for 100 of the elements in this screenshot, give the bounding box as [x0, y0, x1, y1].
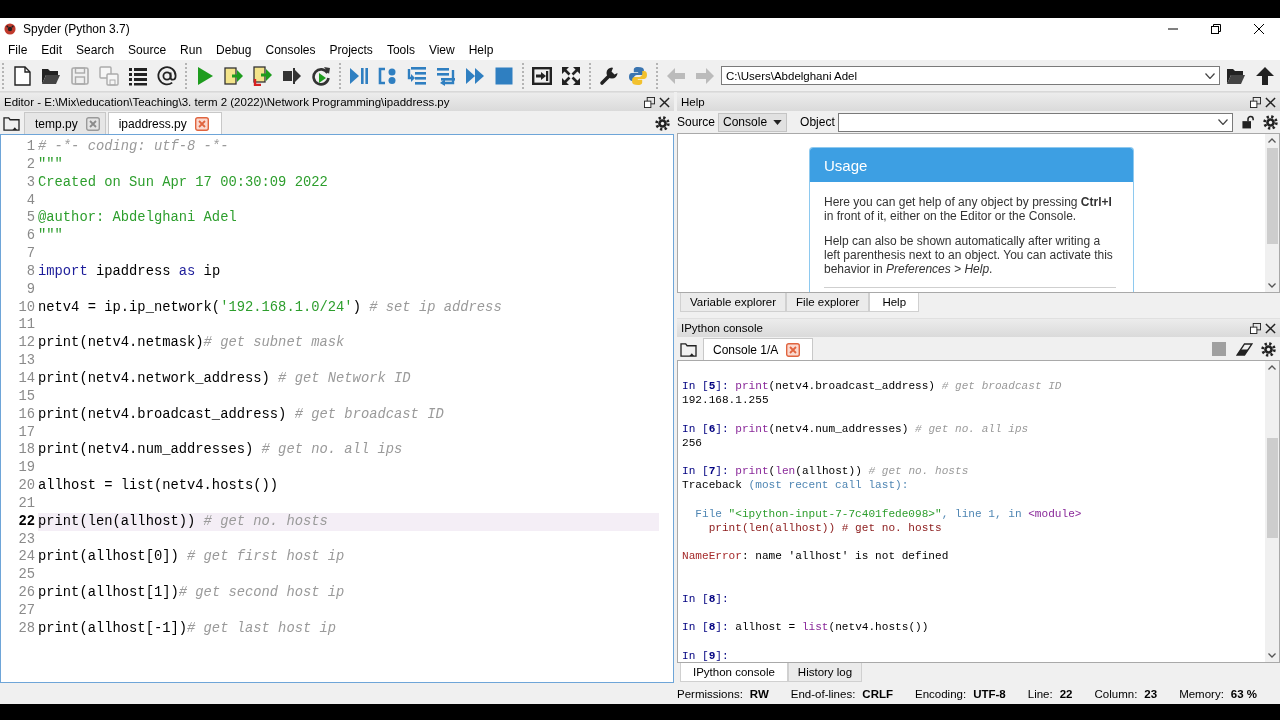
close-tab-icon[interactable]	[786, 342, 801, 357]
code-line: Created on Sun Apr 17 00:30:09 2022	[38, 174, 328, 190]
scrollbar[interactable]	[1265, 361, 1279, 662]
play-icon	[195, 65, 215, 86]
object-field[interactable]	[837, 112, 1233, 132]
chevron-down-icon[interactable]	[1268, 653, 1276, 658]
undock-icon[interactable]	[1250, 96, 1261, 108]
usage-paragraph: Here you can get help of any object by pressing Ctrl+I in front of it, either on the Editor or the Console.	[824, 195, 1113, 223]
close-icon[interactable]	[659, 96, 670, 108]
menu-item[interactable]: Consoles	[258, 41, 323, 59]
code-line: import ipaddress as ip	[38, 263, 221, 279]
line-number: 28	[17, 619, 35, 638]
menu-item[interactable]: Search	[69, 41, 122, 59]
code-line: @author: Abdelghani Adel	[38, 210, 237, 226]
line-number: 11	[17, 316, 35, 335]
line-number: 5	[25, 209, 35, 228]
code-line: print(netv4.num_addresses) # get no. all ips	[38, 442, 403, 458]
status-value: 63 %	[1230, 687, 1258, 700]
lines-arrow-icon	[407, 65, 427, 86]
line-number: 22	[17, 512, 35, 531]
menu-item[interactable]: Source	[121, 41, 174, 59]
pane-tab[interactable]: History log	[787, 663, 863, 682]
file-tab[interactable]: temp.py	[24, 112, 106, 134]
pane-tab[interactable]: Variable explorer	[680, 293, 787, 312]
console-line: print(len(allhost)) # get no. hosts	[707, 520, 942, 536]
dropdown-value: Console	[723, 115, 768, 129]
expand-arrows-icon	[561, 65, 581, 86]
play-bars-icon	[349, 65, 369, 86]
close-icon[interactable]	[1265, 322, 1276, 334]
menu-item[interactable]: Run	[173, 41, 210, 59]
chevron-up-icon[interactable]	[1268, 365, 1276, 370]
menu-item[interactable]: View	[421, 41, 462, 59]
settings-icon[interactable]	[655, 116, 670, 131]
chevron-down-icon[interactable]	[1268, 283, 1276, 288]
source-dropdown[interactable]: Console	[718, 112, 788, 132]
pane-tab[interactable]: File explorer	[786, 293, 870, 312]
pane-tab[interactable]: IPython console	[680, 663, 788, 682]
line-number: 27	[17, 601, 35, 620]
chevron-down-icon	[1218, 119, 1228, 125]
line-number: 25	[17, 566, 35, 585]
code-line: # -*- coding: utf-8 -*-	[38, 139, 229, 154]
source-label: Source	[677, 115, 716, 129]
right-arrow-icon	[695, 65, 715, 86]
line-number: 24	[17, 548, 35, 567]
console-line: File "<ipython-input-7-7c401fede098>", line 1, in <module>	[694, 506, 1082, 521]
undock-icon[interactable]	[644, 96, 655, 108]
circular-arrow-icon	[311, 65, 331, 86]
unlocked-padlock-icon[interactable]	[1242, 115, 1254, 129]
line-number: 14	[17, 369, 35, 388]
scrollbar[interactable]	[1265, 134, 1279, 292]
status-value: 22	[1059, 687, 1073, 700]
status-label: Memory:	[1179, 687, 1224, 700]
undock-icon[interactable]	[1250, 322, 1261, 334]
menu-item[interactable]: Edit	[34, 41, 70, 59]
usage-paragraph: Help can also be shown automatically after writing a left parenthesis next to an object. You can activate this behavior in Preferences > Help.	[824, 234, 1114, 276]
code-line: print(allhost[-1])# get last host ip	[38, 620, 337, 636]
menu-item[interactable]: Debug	[209, 41, 259, 59]
menu-item[interactable]: File	[1, 41, 35, 59]
pane-title: IPython console	[681, 322, 764, 334]
close-tab-icon[interactable]	[85, 116, 100, 131]
code-line: print(netv4.broadcast_address) # get broadcast ID	[38, 406, 444, 422]
usage-title: Usage	[810, 148, 1133, 182]
path-combobox[interactable]: C:\Users\Abdelghani Adel	[721, 66, 1220, 85]
status-label: Line:	[1027, 687, 1053, 700]
code-line: print(allhost[0]) # get first host ip	[38, 549, 345, 565]
menu-item[interactable]: Help	[461, 41, 501, 59]
line-number: 18	[17, 441, 35, 460]
line-number: 20	[17, 477, 35, 495]
folder-arrow-icon[interactable]	[3, 116, 20, 131]
file-tab[interactable]: ipaddress.py	[107, 112, 222, 134]
menu-item[interactable]: Projects	[322, 41, 380, 59]
close-tab-icon[interactable]	[194, 116, 209, 131]
close-icon[interactable]	[1265, 96, 1276, 108]
editor-title: Editor - E:\Mix\education\Teaching\3. term 2 (2022)\Network Programming\ipaddress.py	[4, 96, 451, 108]
console-line: In [7]: print(len(allhost)) # get no. hosts	[682, 464, 969, 479]
settings-icon[interactable]	[1263, 114, 1278, 130]
restore-icon	[1210, 24, 1221, 34]
line-number: 1	[25, 138, 35, 156]
line-number: 8	[25, 262, 35, 281]
folder-arrow-icon[interactable]	[680, 342, 697, 357]
menu-item[interactable]: Tools	[379, 41, 422, 59]
console-tab[interactable]: Console 1/A	[703, 338, 814, 360]
status-label: Permissions:	[677, 687, 743, 700]
scrollbar-thumb[interactable]	[1266, 438, 1278, 538]
close-icon	[1253, 24, 1264, 34]
wrench-icon	[599, 65, 619, 86]
line-number: 15	[17, 387, 35, 406]
chevron-up-icon[interactable]	[1268, 138, 1276, 143]
line-number: 19	[17, 459, 35, 478]
settings-icon[interactable]	[1261, 342, 1276, 357]
line-number: 13	[17, 352, 35, 370]
line-number: 4	[25, 191, 35, 210]
eraser-icon[interactable]	[1236, 343, 1253, 356]
scrollbar-thumb[interactable]	[1266, 148, 1278, 244]
lines-return-arrow-icon	[436, 65, 456, 86]
line-number: 9	[25, 280, 35, 299]
status-value: CRLF	[862, 687, 893, 700]
pane-tab[interactable]: Help	[869, 293, 920, 312]
console-line: 192.168.1.255	[682, 393, 769, 408]
line-number: 23	[17, 530, 35, 549]
